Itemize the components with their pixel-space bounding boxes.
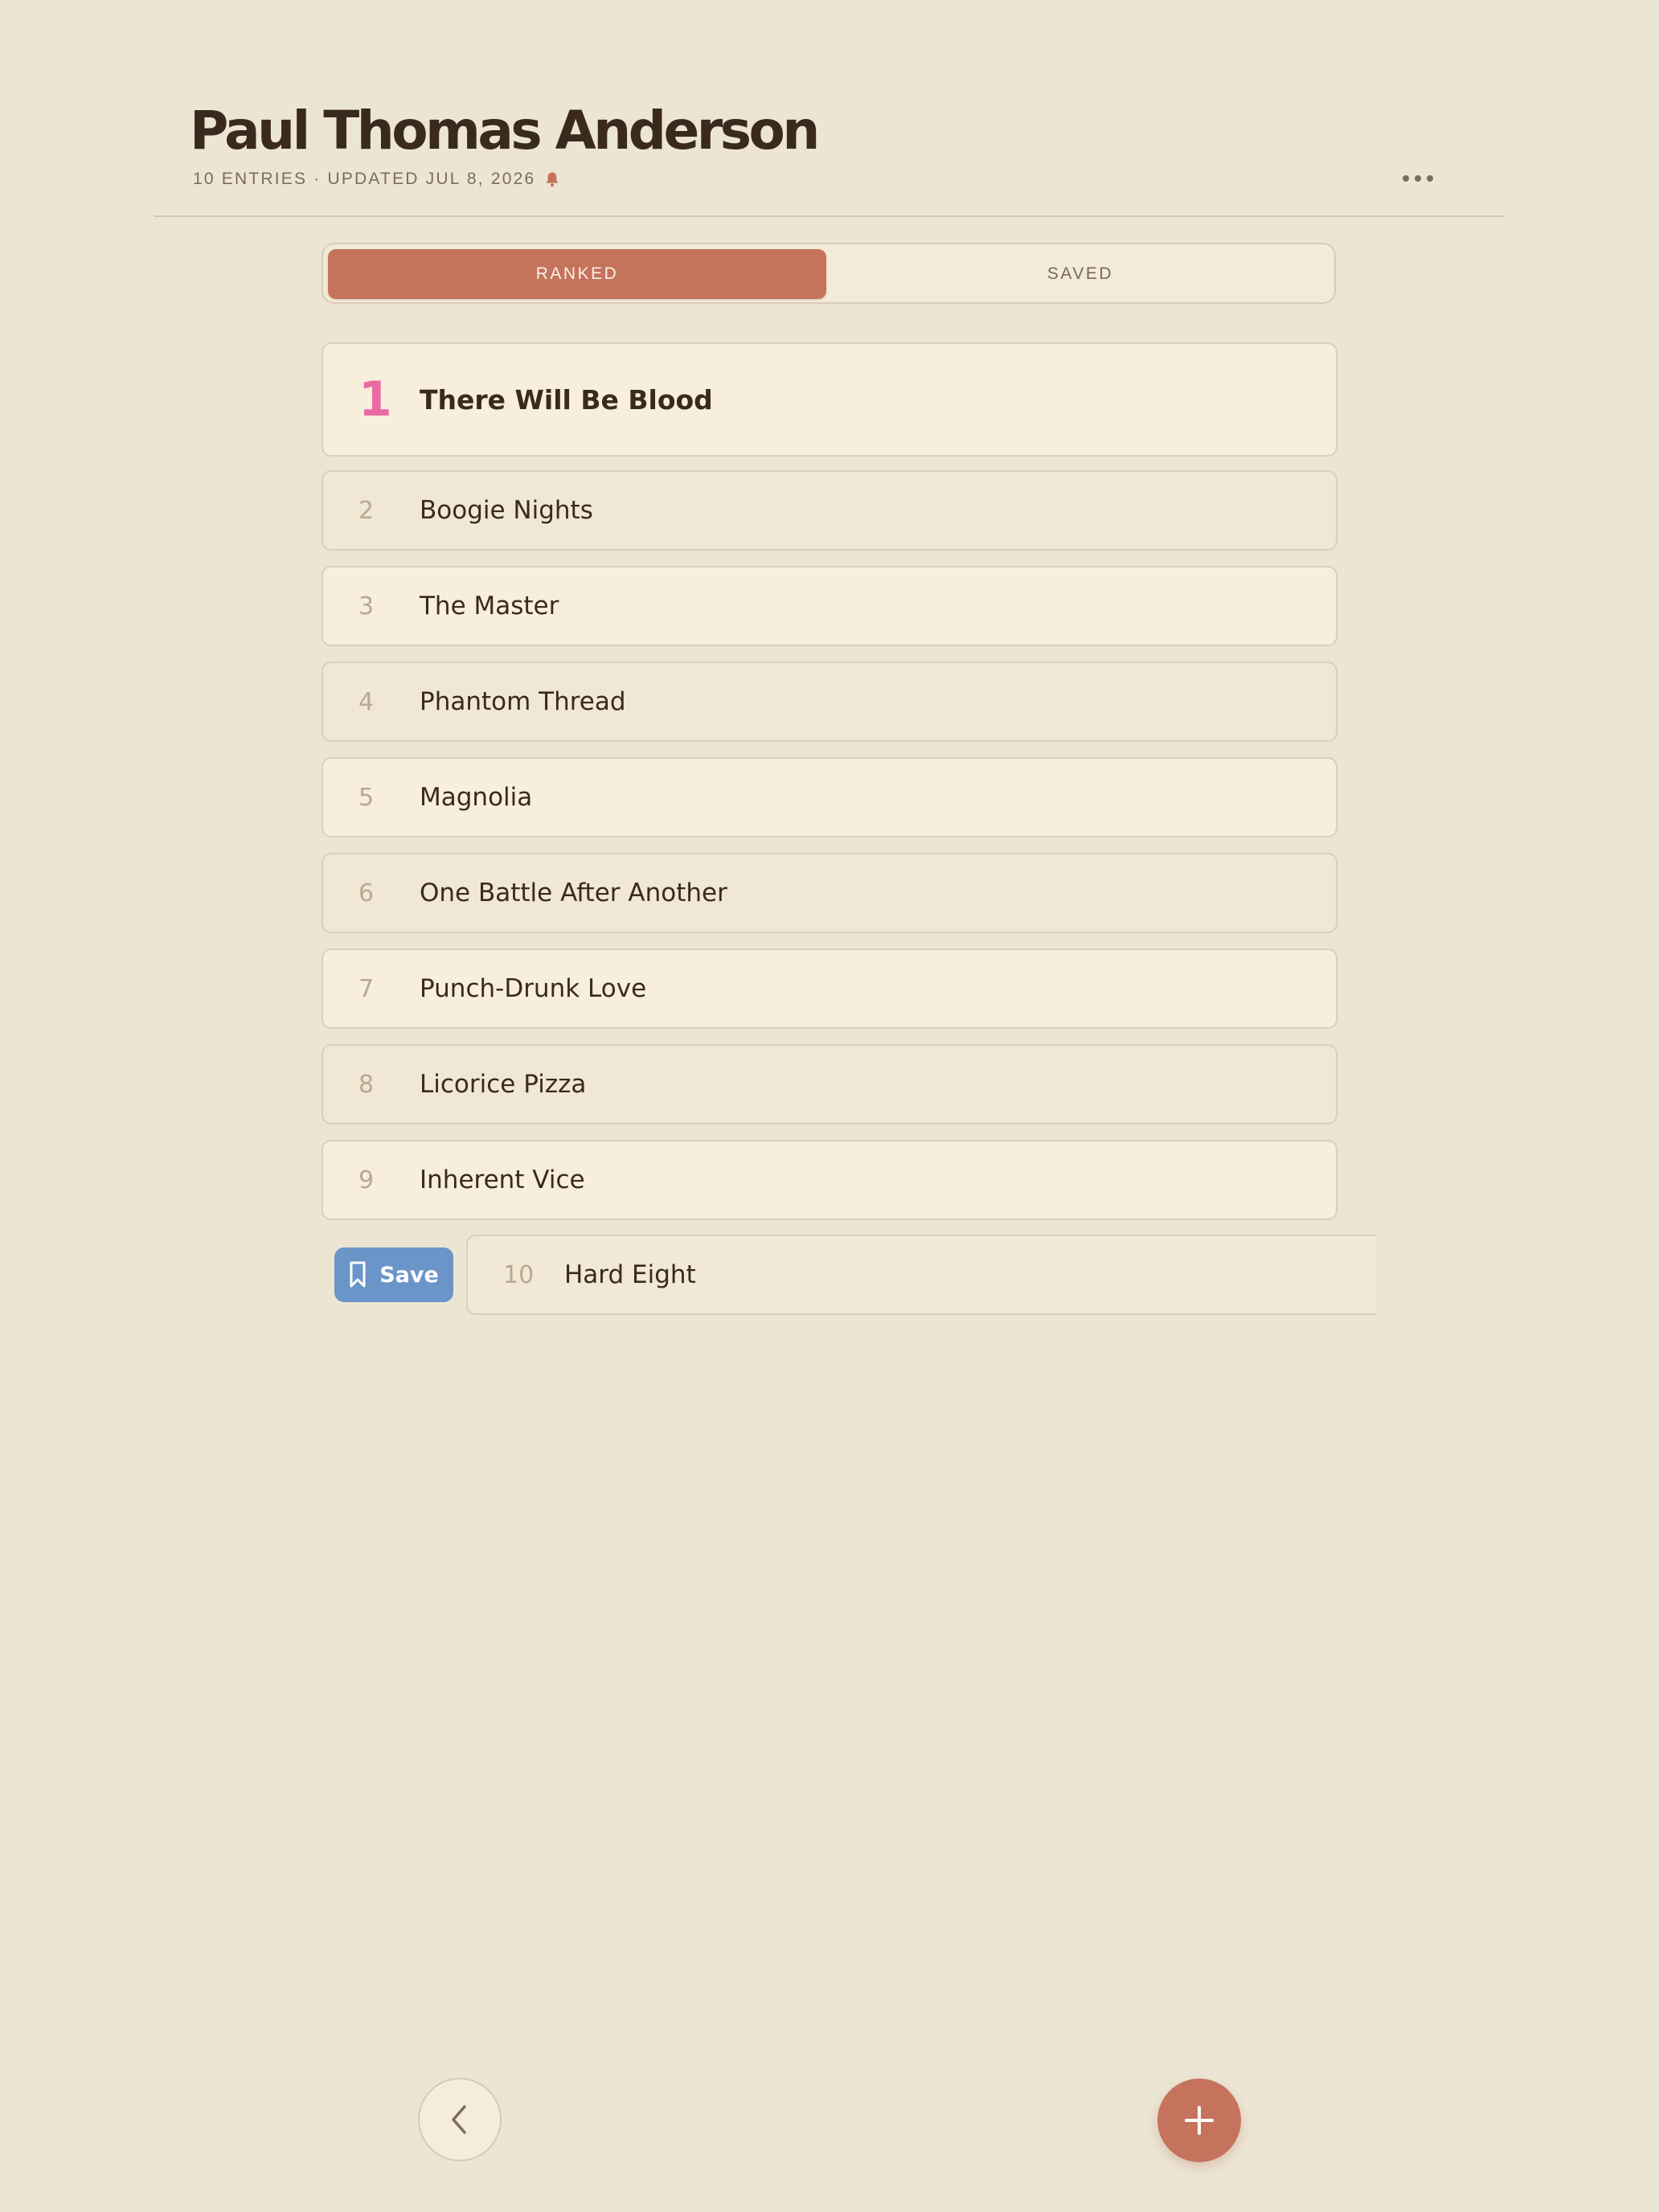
entry-title: Licorice Pizza (420, 1070, 587, 1099)
entry-title: The Master (420, 592, 559, 621)
rank-number: 4 (358, 687, 375, 716)
tab-ranked[interactable]: RANKED (328, 249, 826, 299)
list-item-swiped[interactable]: 10 Hard Eight (466, 1235, 1376, 1315)
rank-number: 9 (358, 1165, 375, 1194)
add-entry-button[interactable] (1157, 2079, 1241, 2162)
list-item[interactable]: 2 Boogie Nights (322, 470, 1337, 551)
list-item[interactable]: 5 Magnolia (322, 757, 1337, 838)
tab-saved[interactable]: SAVED (831, 249, 1329, 299)
list-item[interactable]: 9 Inherent Vice (322, 1140, 1337, 1220)
list-item[interactable]: 8 Licorice Pizza (322, 1044, 1337, 1124)
entry-title: Hard Eight (564, 1260, 696, 1289)
rank-number: 5 (358, 783, 375, 812)
view-toggle: RANKED SAVED (322, 243, 1336, 304)
entry-title: One Battle After Another (420, 879, 727, 907)
entry-title: Phantom Thread (420, 687, 626, 716)
list-item[interactable]: 6 One Battle After Another (322, 853, 1337, 933)
bell-icon (546, 172, 559, 187)
entry-title: Magnolia (420, 783, 533, 812)
rank-number: 10 (503, 1260, 535, 1289)
more-options-button[interactable] (1394, 164, 1442, 193)
rank-number: 2 (358, 496, 375, 525)
back-button[interactable] (418, 2078, 502, 2161)
list-item[interactable]: 3 The Master (322, 566, 1337, 646)
rank-number: 8 (358, 1070, 375, 1099)
rank-number: 6 (358, 879, 375, 907)
list-item[interactable]: 1 There Will Be Blood (322, 342, 1337, 457)
save-button[interactable]: Save (334, 1247, 453, 1302)
list-meta: 10 ENTRIES · UPDATED JUL 8, 2026 (193, 166, 559, 193)
rank-number: 3 (358, 592, 375, 621)
list-item[interactable]: 4 Phantom Thread (322, 662, 1337, 742)
chevron-left-icon (452, 2105, 466, 2134)
rank-number: 7 (358, 974, 375, 1003)
list-item[interactable]: 7 Punch-Drunk Love (322, 948, 1337, 1029)
page-title: Paul Thomas Anderson (190, 100, 820, 162)
more-horizontal-icon (1403, 175, 1433, 182)
bookmark-icon (350, 1261, 366, 1288)
entry-title: There Will Be Blood (420, 383, 713, 416)
rank-number: 1 (358, 371, 392, 428)
list-meta-text: 10 ENTRIES · UPDATED JUL 8, 2026 (193, 170, 536, 188)
header-divider (154, 215, 1505, 217)
entry-title: Inherent Vice (420, 1165, 585, 1194)
plus-icon (1185, 2106, 1214, 2135)
entry-title: Punch-Drunk Love (420, 974, 647, 1003)
save-button-label: Save (379, 1262, 439, 1288)
entry-title: Boogie Nights (420, 496, 593, 525)
